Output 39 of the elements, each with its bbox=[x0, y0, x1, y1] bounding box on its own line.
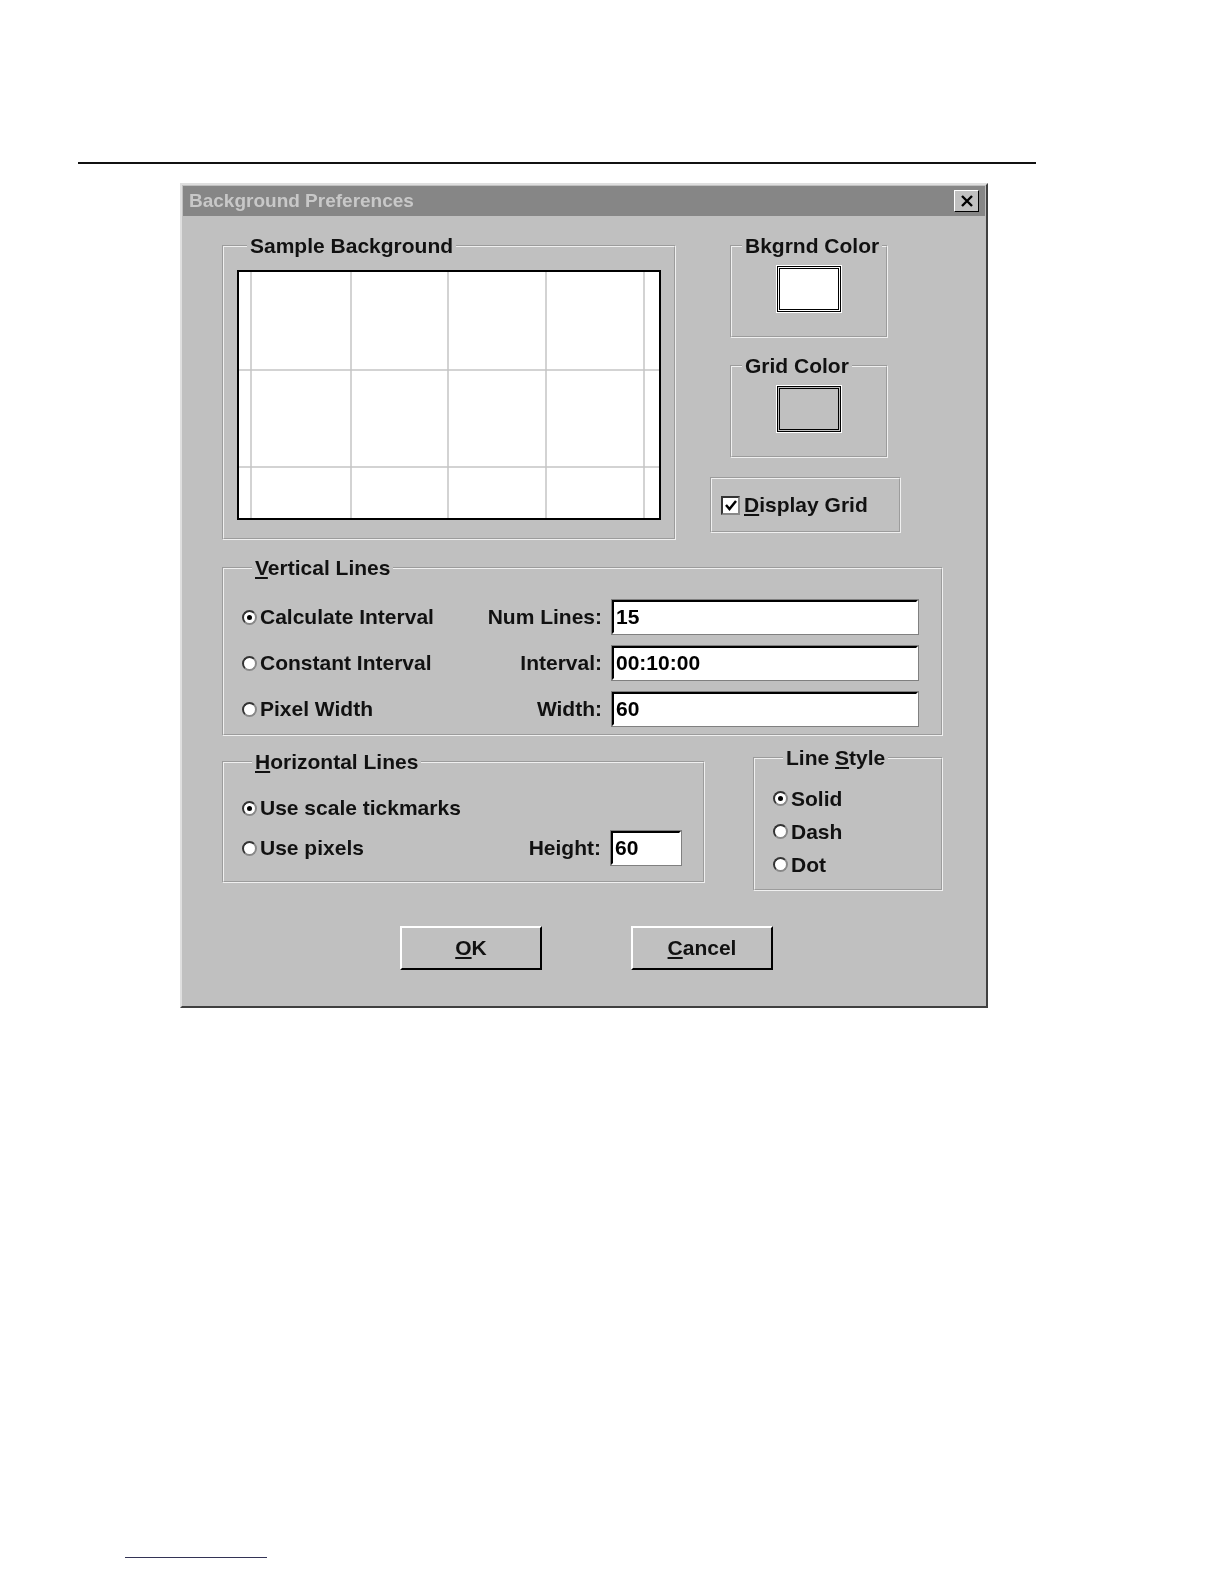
group-title: Vertical Lines bbox=[254, 556, 392, 580]
input-field[interactable]: 60 bbox=[612, 692, 918, 726]
field-label: Height: bbox=[528, 836, 601, 860]
field-label: Interval: bbox=[519, 651, 602, 675]
radio-button[interactable] bbox=[242, 840, 257, 856]
radio-label: Dash bbox=[791, 819, 843, 844]
radio-label: Use scale tickmarks bbox=[260, 796, 461, 820]
group-title: Sample Background bbox=[249, 234, 455, 258]
group-title: Line Style bbox=[785, 746, 887, 770]
checkbox-label: Display Grid bbox=[744, 493, 868, 517]
input-field[interactable]: 00:10:00 bbox=[612, 646, 918, 680]
color-swatch[interactable] bbox=[777, 266, 841, 312]
radio-button[interactable] bbox=[773, 857, 788, 872]
radio-button[interactable] bbox=[773, 824, 788, 839]
input-field[interactable]: 60 bbox=[611, 831, 681, 865]
field-label: Num Lines: bbox=[486, 605, 602, 629]
radio-button[interactable] bbox=[242, 609, 257, 625]
radio-button[interactable] bbox=[242, 800, 257, 816]
close-icon bbox=[959, 195, 974, 207]
radio-label: Calculate Interval bbox=[260, 605, 434, 629]
input-field[interactable]: 15 bbox=[612, 600, 918, 634]
group-title: Grid Color bbox=[744, 354, 850, 378]
dialog-button[interactable]: OK bbox=[400, 926, 542, 970]
radio-label: Dot bbox=[791, 852, 826, 877]
close-button[interactable] bbox=[954, 190, 979, 212]
group-title: Horizontal Lines bbox=[254, 750, 420, 774]
radio-label: Solid bbox=[791, 786, 843, 811]
radio-button[interactable] bbox=[773, 791, 788, 806]
window-title: Background Preferences bbox=[189, 190, 414, 212]
radio-button[interactable] bbox=[242, 701, 257, 717]
dialog-button[interactable]: Cancel bbox=[631, 926, 773, 970]
group-title: Bkgrnd Color bbox=[744, 234, 881, 258]
radio-label: Constant Interval bbox=[260, 651, 432, 675]
radio-label: Pixel Width bbox=[260, 697, 373, 721]
radio-label: Use pixels bbox=[260, 836, 364, 860]
field-label: Width: bbox=[535, 697, 602, 721]
color-swatch[interactable] bbox=[777, 386, 841, 432]
radio-button[interactable] bbox=[242, 655, 257, 671]
checkbox[interactable] bbox=[721, 495, 740, 515]
